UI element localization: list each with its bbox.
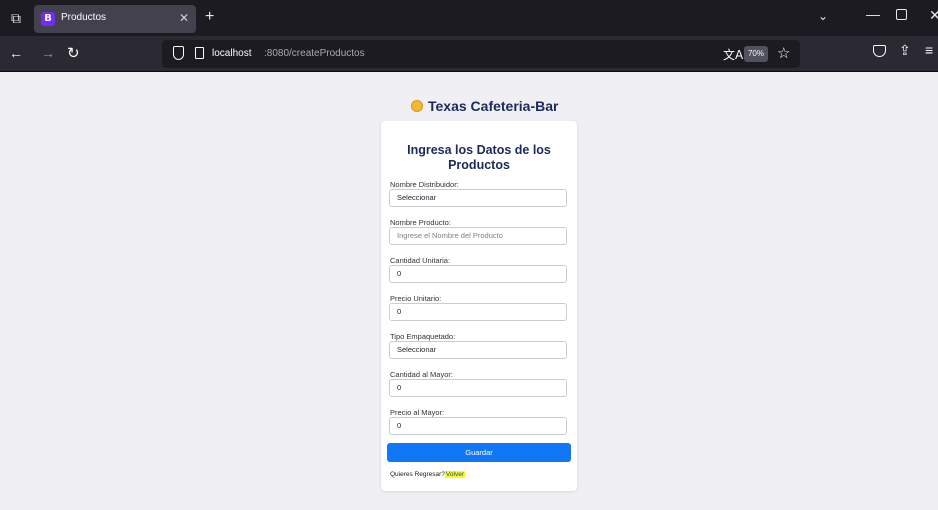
producto-input[interactable]: Ingrese el Nombre del Producto xyxy=(389,227,567,245)
precio-unitario-input[interactable]: 0 xyxy=(389,303,567,321)
back-link[interactable]: Volver xyxy=(444,471,465,478)
cantidad-unitaria-input[interactable]: 0 xyxy=(389,265,567,283)
tipo-empaquetado-select[interactable]: Seleccionar xyxy=(389,341,567,359)
arrow-right-icon[interactable]: → xyxy=(41,45,55,61)
cup-icon xyxy=(411,100,423,112)
precio-mayor-input[interactable]: 0 xyxy=(389,417,567,435)
form-title: Ingresa los Datos de los Productos xyxy=(381,143,577,173)
zoom-level[interactable]: 70% xyxy=(744,46,768,62)
cantidad-mayor-input[interactable]: 0 xyxy=(389,379,567,397)
star-icon[interactable]: ☆ xyxy=(777,44,790,62)
page-icon[interactable] xyxy=(195,47,204,59)
restore-icon[interactable] xyxy=(896,9,907,20)
url-path[interactable]: :8080/createProductos xyxy=(264,48,365,59)
save-button[interactable]: Guardar xyxy=(387,443,571,462)
reload-icon[interactable]: ↻ xyxy=(67,44,80,62)
minimize-icon[interactable]: — xyxy=(866,6,880,22)
page-viewport: Texas Cafeteria-Bar Ingresa los Datos de… xyxy=(0,73,938,510)
form-title-line-2: Productos xyxy=(448,158,510,172)
cantidad-mayor-label: Cantidad al Mayor: xyxy=(390,370,453,379)
chevron-down-icon[interactable]: ⌄ xyxy=(818,9,828,23)
form-title-line-1: Ingresa los Datos de los xyxy=(407,143,551,157)
cantidad-unitaria-label: Cantidad Unitaria: xyxy=(390,256,451,265)
close-icon[interactable]: ✕ xyxy=(179,11,189,25)
distribuidor-label: Nombre Distribuidor: xyxy=(390,180,459,189)
producto-label: Nombre Producto: xyxy=(390,218,451,227)
window-close-icon[interactable]: ✕ xyxy=(929,7,938,24)
brand-title: Texas Cafeteria-Bar xyxy=(428,98,559,114)
pocket-icon[interactable] xyxy=(873,45,886,57)
tab-title: Productos xyxy=(61,12,107,23)
precio-unitario-label: Precio Unitario: xyxy=(390,294,442,303)
tipo-empaquetado-label: Tipo Empaquetado: xyxy=(390,332,456,341)
extensions-icon[interactable]: ⇪ xyxy=(899,42,911,59)
back-prompt-text: Quieres Regresar? xyxy=(390,471,445,478)
shield-icon[interactable] xyxy=(173,46,184,60)
url-host[interactable]: localhost xyxy=(212,48,251,59)
arrow-left-icon[interactable]: ← xyxy=(9,45,23,61)
bootstrap-icon: B xyxy=(41,12,55,26)
product-form: Ingresa los Datos de los Productos Nombr… xyxy=(381,121,577,491)
translate-icon[interactable]: 文A xyxy=(723,46,743,63)
plus-icon[interactable]: + xyxy=(205,8,214,26)
precio-mayor-label: Precio al Mayor: xyxy=(390,408,445,417)
address-bar[interactable]: localhost :8080/createProductos 文A 70% ☆ xyxy=(162,40,800,68)
nav-toolbar: ← → ↻ localhost :8080/createProductos 文A… xyxy=(0,36,938,72)
hamburger-menu-icon[interactable]: ≡ xyxy=(925,42,933,58)
back-prompt: Quieres Regresar?Volver xyxy=(390,471,465,478)
tab-strip: ⧉ B Productos ✕ + ⌄ — ✕ xyxy=(0,0,938,36)
tab-productos[interactable]: B Productos ✕ xyxy=(34,5,196,33)
distribuidor-select[interactable]: Seleccionar xyxy=(389,189,567,207)
brand: Texas Cafeteria-Bar xyxy=(411,96,558,116)
tabs-icon[interactable]: ⧉ xyxy=(7,9,25,27)
